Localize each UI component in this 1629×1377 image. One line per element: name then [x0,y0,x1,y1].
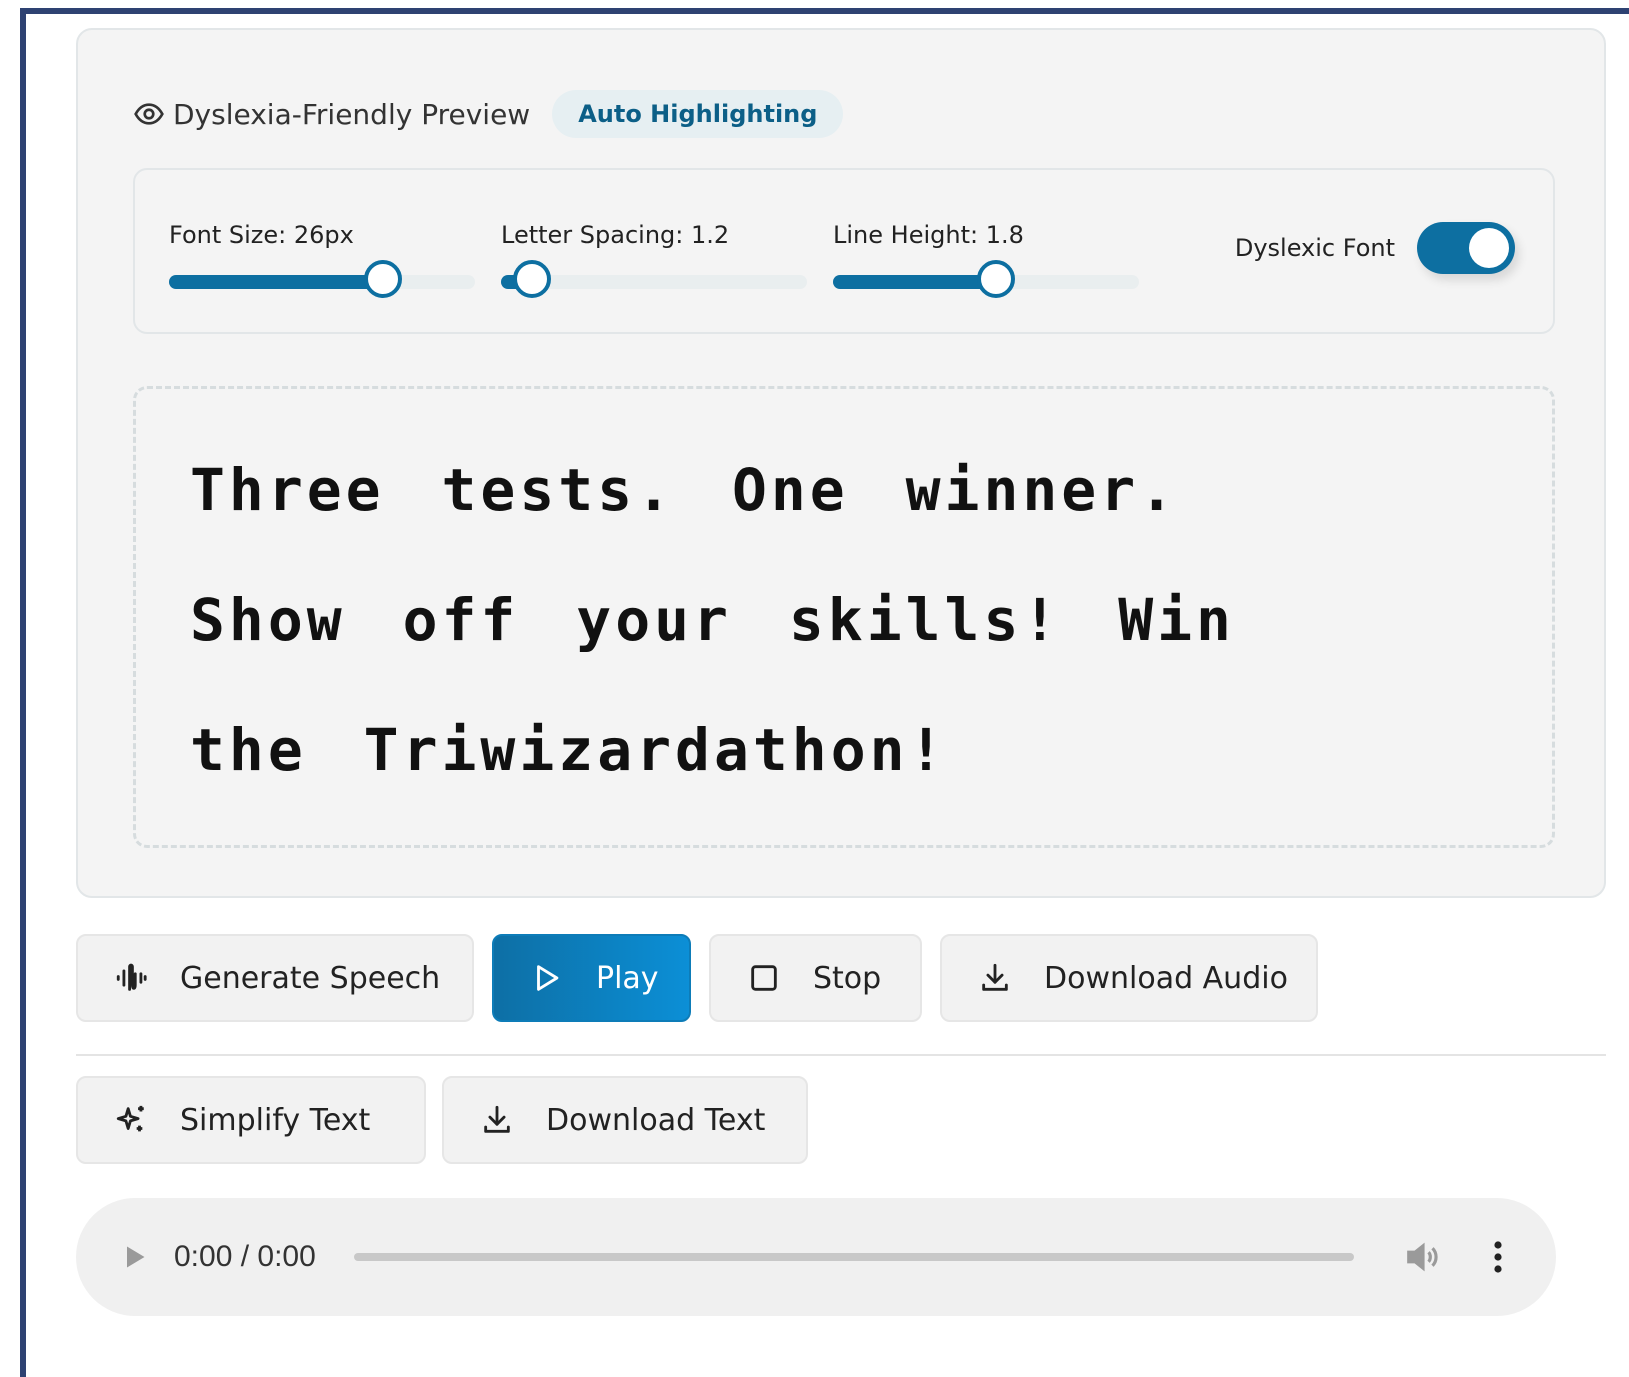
download-icon [484,1105,510,1133]
slider-fill [169,275,384,289]
simplify-text-label: Simplify Text [180,1102,371,1138]
letter-spacing-label: Letter Spacing: 1.2 [501,221,730,249]
line-height-control: Line Height: 1.8 [833,218,1139,298]
waveform-icon [116,963,147,991]
preview-text-area: Three tests. One winner. Show off your s… [133,386,1555,848]
download-audio-label: Download Audio [1044,960,1288,996]
preview-text: Three tests. One winner. Show off your s… [190,456,1235,784]
slider-thumb[interactable] [512,260,551,298]
preview-title: Dyslexia-Friendly Preview [173,97,531,131]
download-icon [982,963,1008,991]
slider-thumb[interactable] [364,260,403,298]
generate-speech-button[interactable]: Generate Speech [76,934,474,1022]
line-height-slider[interactable] [833,260,1139,298]
controls-panel: Font Size: 26px Letter Spacing: 1.2 Line… [133,168,1555,334]
letter-spacing-slider[interactable] [501,260,807,298]
stop-icon [751,965,777,991]
audio-player: 0:00 / 0:00 [76,1198,1556,1316]
download-text-label: Download Text [546,1102,766,1138]
audio-play-icon[interactable] [120,1243,148,1271]
download-text-button[interactable]: Download Text [442,1076,808,1164]
audio-progress-bar[interactable] [354,1253,1354,1261]
play-button[interactable]: Play [492,934,691,1022]
auto-highlighting-badge: Auto Highlighting [552,90,844,138]
simplify-text-button[interactable]: Simplify Text [76,1076,426,1164]
slider-fill [833,275,997,289]
app-frame: Dyslexia-Friendly Preview Auto Highlight… [20,8,1629,1377]
audio-time: 0:00 / 0:00 [174,1240,316,1273]
dyslexic-font-control: Dyslexic Font [1235,222,1515,274]
font-size-slider[interactable] [169,260,475,298]
download-audio-button[interactable]: Download Audio [940,934,1318,1022]
stop-button[interactable]: Stop [709,934,922,1022]
eye-icon [134,103,164,125]
font-size-control: Font Size: 26px [169,218,475,298]
play-label: Play [596,960,659,996]
play-icon [537,965,559,991]
slider-thumb[interactable] [977,260,1016,298]
more-options-icon[interactable] [1488,1239,1508,1275]
dyslexic-font-label: Dyslexic Font [1234,234,1395,262]
preview-header: Dyslexia-Friendly Preview Auto Highlight… [133,88,844,140]
stop-label: Stop [813,960,882,996]
letter-spacing-control: Letter Spacing: 1.2 [501,218,807,298]
toggle-knob [1469,228,1509,268]
font-size-label: Font Size: 26px [169,221,354,249]
volume-icon[interactable] [1404,1238,1442,1276]
divider [76,1054,1606,1056]
sparkles-icon [116,1105,144,1132]
preview-card: Dyslexia-Friendly Preview Auto Highlight… [76,28,1606,898]
generate-speech-label: Generate Speech [180,960,441,996]
dyslexic-font-toggle[interactable] [1417,222,1515,274]
line-height-label: Line Height: 1.8 [833,221,1024,249]
